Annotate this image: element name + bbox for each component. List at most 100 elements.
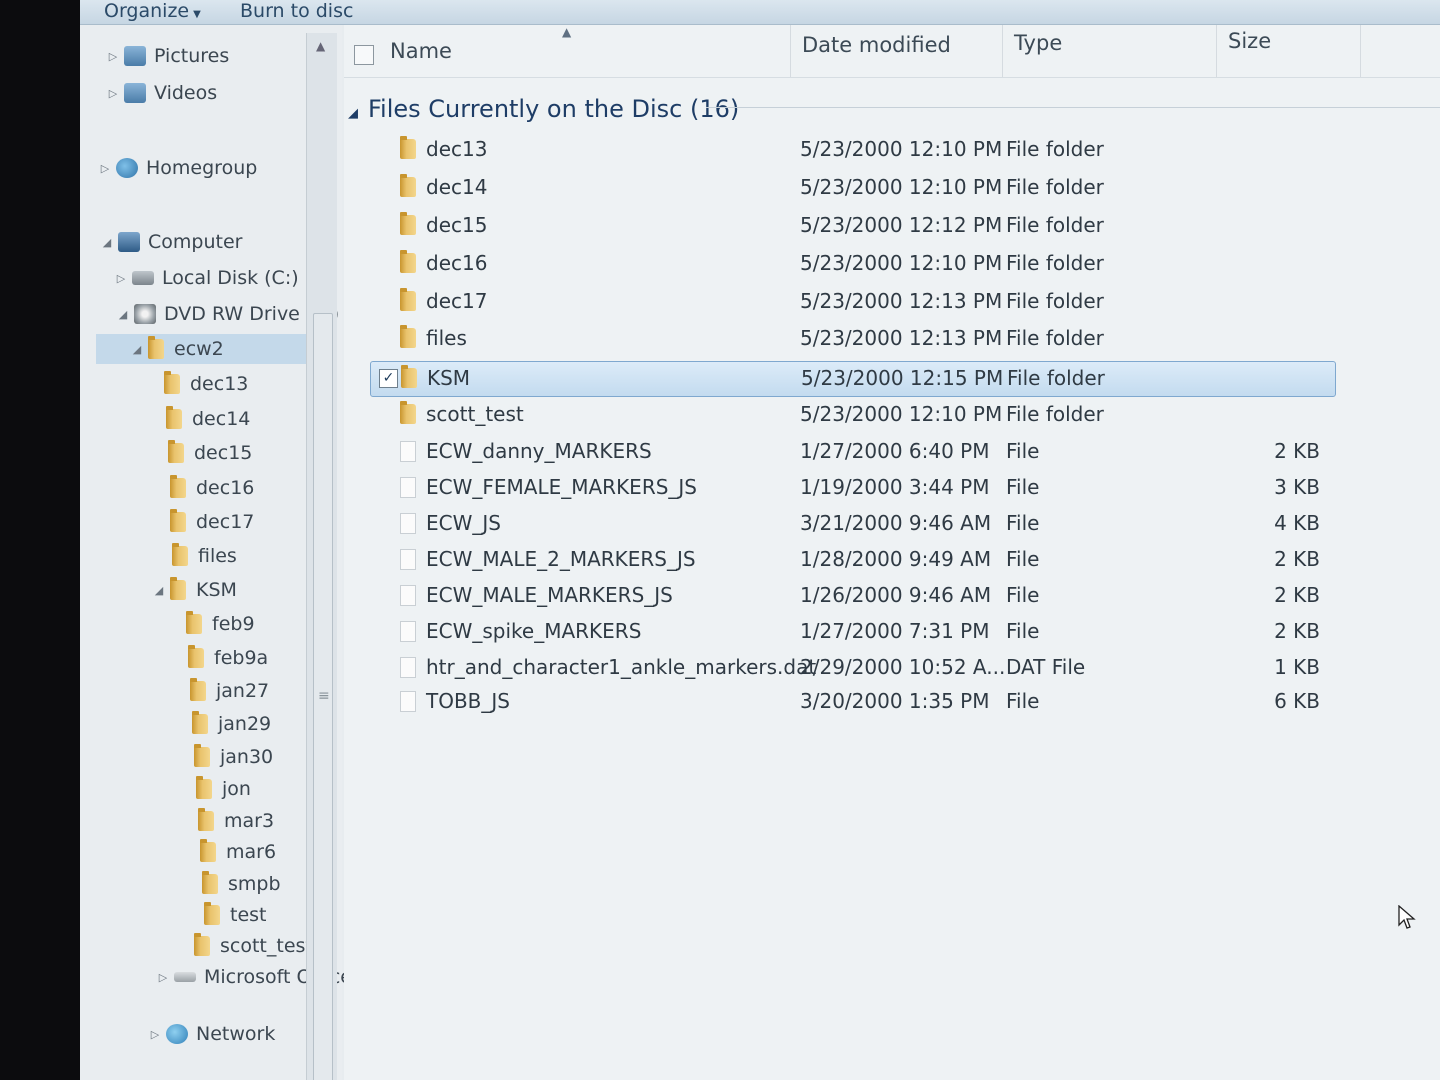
collapse-arrow-icon[interactable]: ◢ [100, 236, 114, 249]
file-name: ECW_danny_MARKERS [426, 439, 652, 463]
nav-item-files[interactable]: files [172, 541, 237, 571]
expand-arrow-icon[interactable]: ▷ [106, 87, 120, 100]
file-date-modified: 5/23/2000 12:10 PM [800, 251, 1003, 275]
nav-item-dec17[interactable]: dec17 [170, 507, 254, 537]
column-header-row: ▲ Name Date modified Type Size [344, 25, 1440, 78]
folder-icon [198, 808, 214, 831]
nav-item-office[interactable]: ▷ Microsoft Office C [156, 962, 372, 992]
nav-item-homegroup[interactable]: ▷ Homegroup [98, 153, 258, 183]
nav-item-computer[interactable]: ◢ Computer [100, 227, 243, 257]
collapse-arrow-icon[interactable]: ◢ [130, 343, 144, 356]
nav-item-ksm[interactable]: ◢ KSM [152, 575, 237, 605]
nav-item-label: feb9 [212, 613, 255, 635]
file-name: TOBB_JS [426, 689, 510, 713]
folder-icon [196, 776, 212, 799]
organize-button[interactable]: Organize ▼ [104, 0, 201, 22]
file-date-modified: 1/27/2000 6:40 PM [800, 439, 990, 463]
file-row[interactable]: dec16 5/23/2000 12:10 PM File folder [370, 247, 1334, 281]
folder-icon [400, 325, 416, 348]
nav-item-ecw2[interactable]: ◢ ecw2 [96, 334, 314, 364]
file-row[interactable]: dec14 5/23/2000 12:10 PM File folder [370, 171, 1334, 205]
column-divider[interactable] [1360, 25, 1361, 77]
file-date-modified: 5/23/2000 12:13 PM [800, 326, 1003, 350]
file-row[interactable]: ECW_danny_MARKERS 1/27/2000 6:40 PM File 2 … [370, 435, 1334, 469]
nav-item-network[interactable]: ▷ Network [148, 1019, 276, 1049]
nav-item-test[interactable]: test [204, 900, 267, 930]
file-date-modified: 1/26/2000 9:46 AM [800, 583, 992, 607]
folder-icon [200, 839, 216, 862]
file-row[interactable]: htr_and_character1_ankle_markers.dat 2/29… [370, 651, 1334, 685]
file-row[interactable]: TOBB_JS 3/20/2000 1:35 PM File 6 KB [370, 685, 1334, 719]
nav-item-feb9[interactable]: feb9 [186, 609, 255, 639]
file-row[interactable]: scott_test 5/23/2000 12:10 PM File folder [370, 398, 1334, 432]
file-type: File folder [1006, 137, 1104, 161]
nav-item-label: KSM [196, 579, 237, 601]
file-row[interactable]: dec15 5/23/2000 12:12 PM File folder [370, 209, 1334, 243]
column-size[interactable]: Size [1228, 29, 1271, 53]
file-row[interactable]: files 5/23/2000 12:13 PM File folder [370, 322, 1334, 356]
nav-item-dec14[interactable]: dec14 [166, 404, 250, 434]
folder-icon [401, 365, 417, 388]
file-type: File folder [1006, 289, 1104, 313]
scrollbar-thumb[interactable]: ≡ [313, 313, 333, 1080]
collapse-group-icon[interactable]: ◢ [348, 106, 358, 121]
folder-icon [172, 543, 188, 566]
expand-arrow-icon[interactable]: ▷ [156, 971, 170, 984]
nav-item-smpb[interactable]: smpb [202, 869, 281, 899]
scroll-up-arrow-icon[interactable]: ▲ [316, 39, 325, 53]
nav-item-label: test [230, 904, 267, 926]
nav-scrollbar[interactable]: ▲ ≡ [306, 33, 337, 1080]
file-row[interactable]: ✓ KSM 5/23/2000 12:15 PM File folder [370, 361, 1336, 397]
folder-icon [194, 744, 210, 767]
nav-item-pictures[interactable]: ▷ Pictures [106, 41, 229, 71]
file-row[interactable]: dec17 5/23/2000 12:13 PM File folder [370, 285, 1334, 319]
nav-item-dec13[interactable]: dec13 [164, 369, 248, 399]
file-row[interactable]: dec13 5/23/2000 12:10 PM File folder [370, 133, 1334, 167]
column-divider[interactable] [1002, 25, 1003, 77]
nav-item-label: Homegroup [146, 157, 258, 179]
collapse-arrow-icon[interactable]: ◢ [152, 584, 166, 597]
column-divider[interactable] [1216, 25, 1217, 77]
nav-item-scott-test[interactable]: scott_test [194, 931, 313, 961]
file-row[interactable]: ECW_JS 3/21/2000 9:46 AM File 4 KB [370, 507, 1334, 541]
nav-item-jan27[interactable]: jan27 [190, 676, 269, 706]
command-bar: Organize ▼ Burn to disc [80, 0, 1440, 25]
file-row[interactable]: ECW_FEMALE_MARKERS_JS 1/19/2000 3:44 PM Fi… [370, 471, 1334, 505]
nav-item-dec16[interactable]: dec16 [170, 473, 254, 503]
nav-item-feb9a[interactable]: feb9a [188, 643, 268, 673]
collapse-arrow-icon[interactable]: ◢ [116, 308, 130, 321]
nav-item-label: Computer [148, 231, 243, 253]
column-divider[interactable] [790, 25, 791, 77]
nav-item-jan30[interactable]: jan30 [194, 742, 273, 772]
nav-item-dec15[interactable]: dec15 [168, 438, 252, 468]
homegroup-icon [116, 158, 138, 178]
expand-arrow-icon[interactable]: ▷ [114, 272, 128, 285]
file-row[interactable]: ECW_MALE_2_MARKERS_JS 1/28/2000 9:49 AM Fi… [370, 543, 1334, 577]
file-row[interactable]: ECW_MALE_MARKERS_JS 1/26/2000 9:46 AM File… [370, 579, 1334, 613]
file-icon [400, 441, 416, 462]
file-row[interactable]: ECW_spike_MARKERS 1/27/2000 7:31 PM File 2 … [370, 615, 1334, 649]
nav-item-mar6[interactable]: mar6 [200, 837, 276, 867]
column-type[interactable]: Type [1014, 31, 1062, 55]
folder-icon [400, 212, 416, 235]
expand-arrow-icon[interactable]: ▷ [148, 1028, 162, 1041]
nav-item-videos[interactable]: ▷ Videos [106, 78, 217, 108]
select-all-checkbox[interactable] [354, 45, 374, 65]
row-checkbox[interactable]: ✓ [379, 369, 398, 388]
nav-item-jon[interactable]: jon [196, 774, 251, 804]
folder-icon [194, 933, 210, 956]
file-date-modified: 1/19/2000 3:44 PM [800, 475, 990, 499]
organize-label: Organize [104, 0, 190, 22]
grip-icon: ≡ [318, 688, 330, 704]
expand-arrow-icon[interactable]: ▷ [98, 162, 112, 175]
burn-to-disc-button[interactable]: Burn to disc [240, 0, 353, 22]
nav-item-mar3[interactable]: mar3 [198, 806, 274, 836]
column-name[interactable]: Name [390, 39, 452, 63]
nav-item-local-disk[interactable]: ▷ Local Disk (C:) [114, 263, 299, 293]
expand-arrow-icon[interactable]: ▷ [106, 50, 120, 63]
group-header[interactable]: ◢ Files Currently on the Disc (16) [348, 95, 739, 123]
column-date-modified[interactable]: Date modified [802, 33, 951, 57]
file-name: ECW_MALE_MARKERS_JS [426, 583, 673, 607]
file-date-modified: 5/23/2000 12:13 PM [800, 289, 1003, 313]
nav-item-jan29[interactable]: jan29 [192, 709, 271, 739]
